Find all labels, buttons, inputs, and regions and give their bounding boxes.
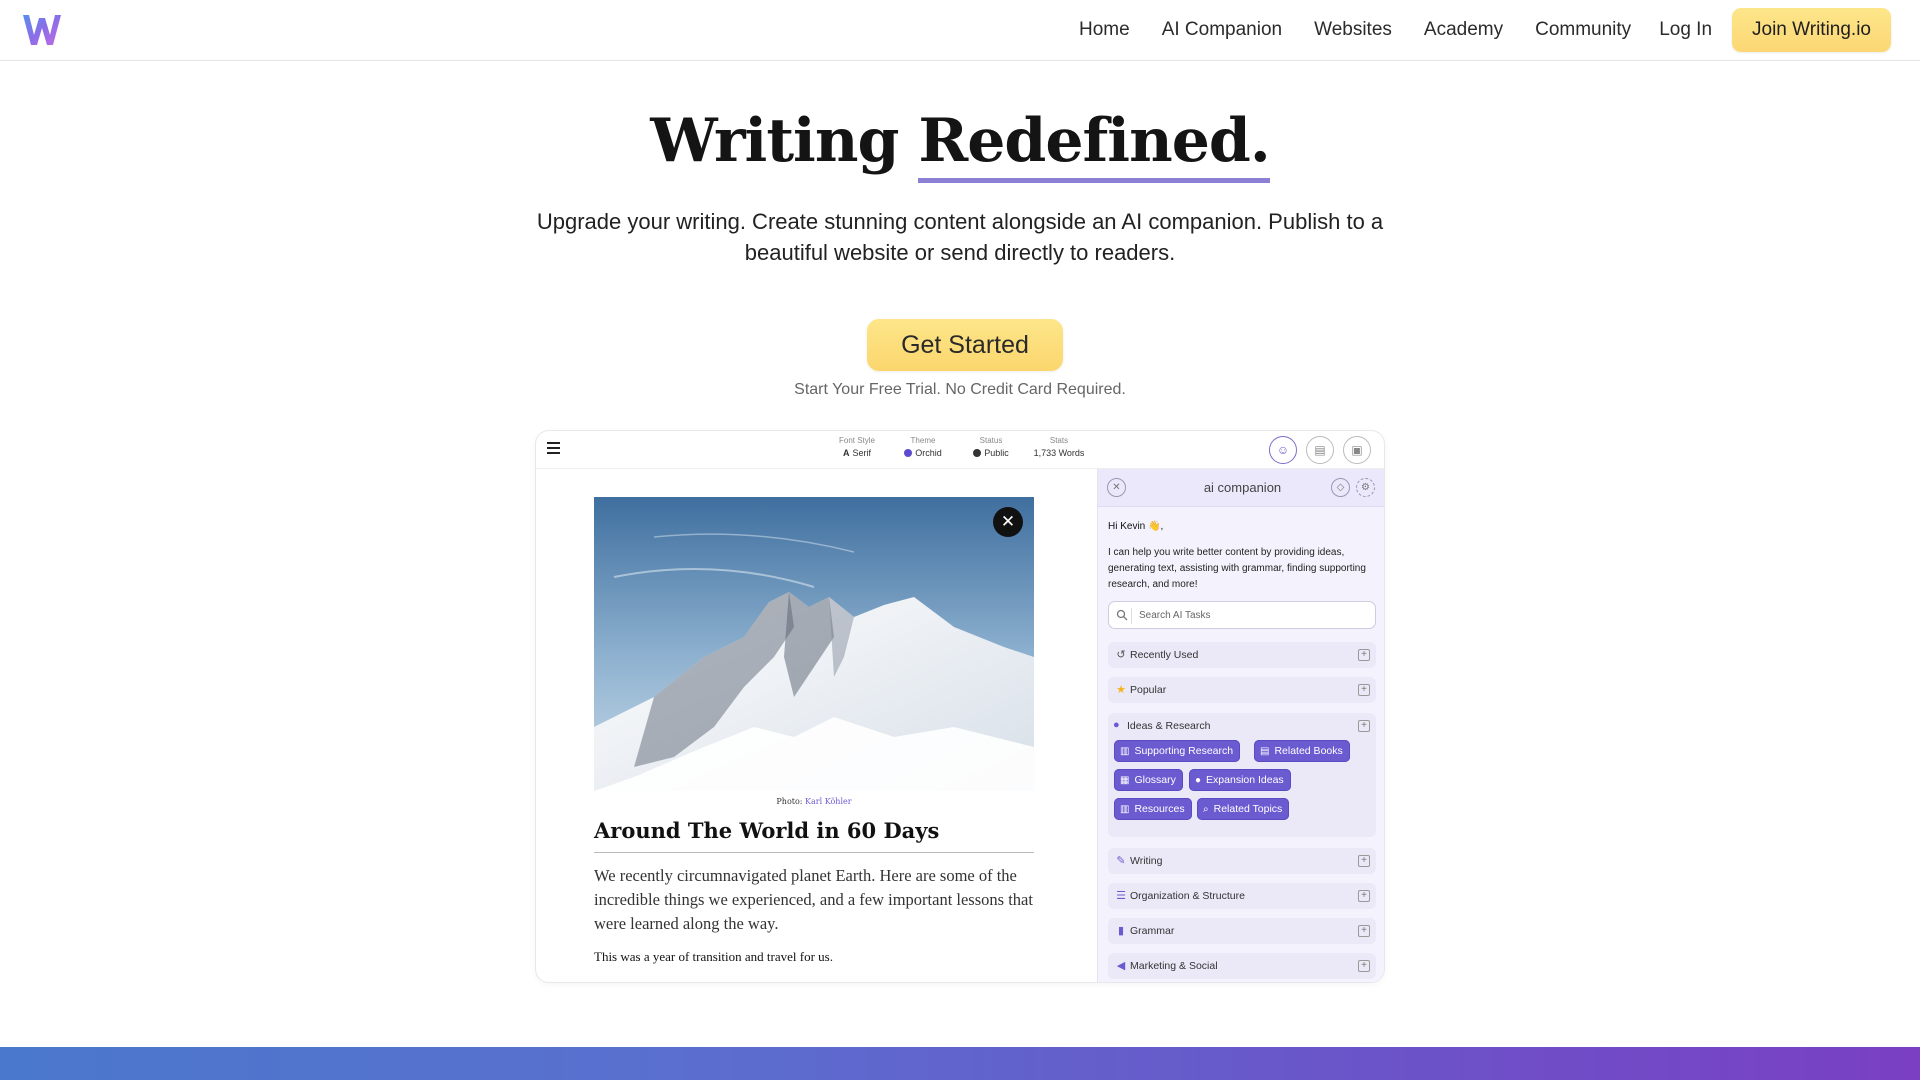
article-lede[interactable]: We recently circumnavigated planet Earth… (594, 864, 1034, 936)
theme-color-dot-icon (904, 449, 913, 457)
close-icon[interactable]: ✕ (993, 507, 1023, 537)
keyboard-icon[interactable]: ▤ (1306, 436, 1334, 464)
ai-companion-panel: ✕ ai companion ◇ ⚙ Hi Kevin 👋, I can hel… (1097, 469, 1384, 982)
chip-related-books[interactable]: ▤ Related Books (1254, 740, 1350, 762)
login-link[interactable]: Log In (1659, 19, 1712, 41)
history-icon: ↺ (1116, 649, 1126, 661)
category-recently-used[interactable]: ↺ Recently Used + (1108, 642, 1376, 668)
chip-supporting-research[interactable]: ▥ Supporting Research (1114, 740, 1241, 762)
expand-icon[interactable]: + (1358, 649, 1370, 661)
hero-title: Writing Redefined. (0, 104, 1920, 183)
meta-stats[interactable]: Stats 1,733 Words (1029, 436, 1089, 458)
photo-credit: Photo: Karl Köhler (776, 797, 852, 806)
category-organization[interactable]: ☰ Organization & Structure + (1108, 883, 1376, 909)
hero-title-plain: Writing (650, 106, 899, 176)
expand-icon[interactable]: + (1358, 855, 1370, 867)
category-marketing[interactable]: ◀ Marketing & Social + (1108, 953, 1376, 979)
smiley-icon[interactable]: ☺ (1269, 436, 1297, 464)
nav-home[interactable]: Home (1079, 19, 1130, 41)
get-started-button[interactable]: Get Started (867, 319, 1063, 371)
site-header: Home AI Companion Websites Academy Commu… (0, 0, 1920, 61)
join-button[interactable]: Join Writing.io (1732, 8, 1891, 52)
expand-icon[interactable]: + (1358, 890, 1370, 902)
panel-header: ✕ ai companion ◇ ⚙ (1098, 469, 1384, 507)
search-placeholder: Search AI Tasks (1139, 610, 1211, 621)
expand-icon[interactable]: + (1358, 684, 1370, 696)
expand-icon[interactable]: + (1358, 960, 1370, 972)
chip-related-topics[interactable]: ⌕ Related Topics (1197, 798, 1290, 820)
editor-toolbar: Font Style A Serif Theme Orchid Status Pu… (536, 431, 1384, 469)
photo-credit-link[interactable]: Karl Köhler (805, 797, 852, 806)
lightbulb-icon: ● (1113, 719, 1120, 731)
expand-icon[interactable]: + (1358, 925, 1370, 937)
article-title[interactable]: Around The World in 60 Days (594, 818, 1034, 853)
pencil-icon: ✎ (1116, 855, 1126, 867)
star-icon: ★ (1116, 684, 1126, 696)
article-editor[interactable]: ✕ Photo: Karl Köhler Around The World in… (594, 497, 1034, 965)
globe-icon (973, 449, 982, 457)
category-grammar[interactable]: ▮ Grammar + (1108, 918, 1376, 944)
meta-theme[interactable]: Theme Orchid (898, 436, 948, 458)
chip-glossary[interactable]: ▦ Glossary (1114, 769, 1183, 791)
meta-font-style[interactable]: Font Style A Serif (832, 436, 882, 458)
mountain-photo-icon (594, 497, 1034, 791)
companion-intro: I can help you write better content by p… (1108, 547, 1366, 590)
app-preview: Font Style A Serif Theme Orchid Status Pu… (535, 430, 1385, 983)
article-photo: ✕ (594, 497, 1034, 791)
list-icon: ☰ (1116, 890, 1126, 902)
writing-logo-icon[interactable] (20, 10, 64, 50)
meta-status[interactable]: Status Public (966, 436, 1016, 458)
search-icon: ⌕ (1203, 803, 1209, 815)
lightbulb-icon: ● (1195, 774, 1202, 786)
book-icon: ▤ (1260, 745, 1270, 757)
search-ai-tasks-input[interactable]: Search AI Tasks (1108, 601, 1376, 629)
category-ideas-research[interactable]: ● Ideas & Research + ▥ Supporting Researc… (1108, 713, 1376, 837)
bottom-gradient-band (0, 1047, 1920, 1080)
category-writing[interactable]: ✎ Writing + (1108, 848, 1376, 874)
image-icon[interactable]: ▣ (1343, 436, 1371, 464)
grammar-book-icon: ▮ (1117, 925, 1125, 937)
menu-icon[interactable] (547, 442, 560, 454)
chip-resources[interactable]: ▥ Resources (1114, 798, 1192, 820)
nav-ai-companion[interactable]: AI Companion (1162, 19, 1282, 41)
main-nav: Home AI Companion Websites Academy Commu… (1079, 0, 1920, 60)
font-glyph-icon: A (842, 448, 850, 458)
article-body[interactable]: This was a year of transition and travel… (594, 949, 1034, 965)
cta-note: Start Your Free Trial. No Credit Card Re… (794, 381, 1126, 398)
book-open-icon: ▥ (1120, 745, 1130, 757)
nav-academy[interactable]: Academy (1424, 19, 1503, 41)
search-icon (1116, 609, 1128, 621)
nav-websites[interactable]: Websites (1314, 19, 1392, 41)
nav-community[interactable]: Community (1535, 19, 1631, 41)
megaphone-icon: ◀ (1116, 960, 1126, 972)
gear-icon[interactable]: ⚙ (1356, 478, 1375, 497)
chip-expansion-ideas[interactable]: ● Expansion Ideas (1189, 769, 1291, 791)
bookmark-icon[interactable]: ◇ (1331, 478, 1350, 497)
hero-subtitle: Upgrade your writing. Create stunning co… (536, 209, 1384, 265)
category-popular[interactable]: ★ Popular + (1108, 677, 1376, 703)
glossary-icon: ▦ (1120, 774, 1130, 786)
library-icon: ▥ (1120, 803, 1130, 815)
expand-icon[interactable]: + (1358, 720, 1370, 732)
hero-title-underlined: Redefined. (918, 104, 1271, 183)
greeting: Hi Kevin 👋, (1108, 521, 1164, 532)
